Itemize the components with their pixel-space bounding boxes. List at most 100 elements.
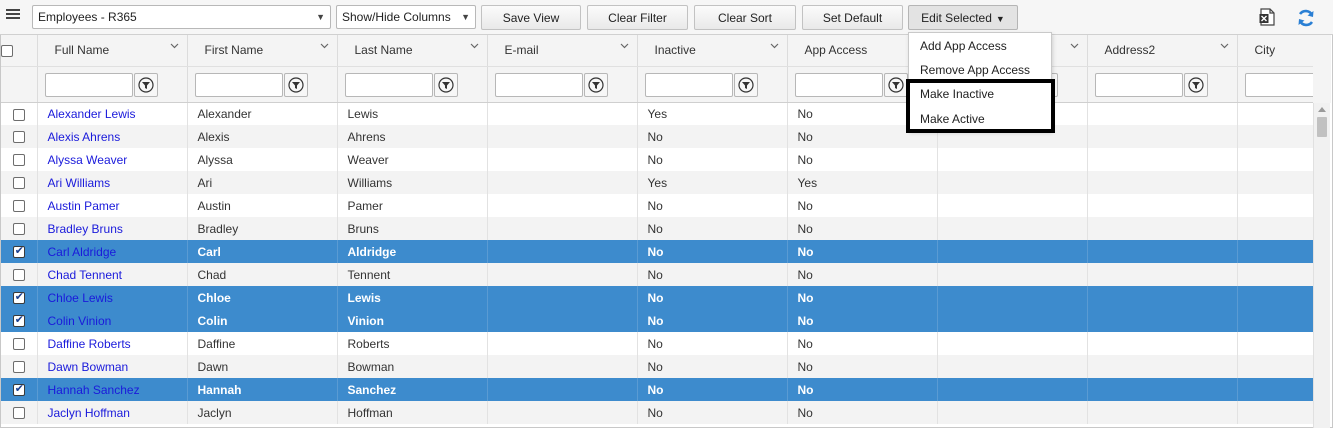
cell-full-name[interactable]: Jaclyn Hoffman [37,401,188,424]
clear-filter-button[interactable]: Clear Filter [587,5,688,30]
employee-link[interactable]: Alyssa Weaver [48,153,128,167]
row-checkbox[interactable] [12,154,25,167]
row-checkbox[interactable] [12,177,25,190]
row-select-cell[interactable] [1,309,38,332]
column-header-first-name[interactable]: First Name [187,35,338,67]
row-checkbox[interactable] [12,223,25,236]
employee-link[interactable]: Chad Tennent [48,268,123,282]
excel-export-icon[interactable] [1259,8,1275,26]
cell-full-name[interactable]: Chloe Lewis [37,286,188,309]
menu-item-add-app-access[interactable]: Add App Access [920,39,1007,53]
row-select-cell[interactable] [1,125,38,148]
employee-link[interactable]: Daffine Roberts [48,337,131,351]
row-checkbox[interactable] [12,313,25,328]
row-checkbox[interactable] [12,361,25,374]
filter-input-email[interactable] [494,72,583,97]
filter-button[interactable] [1183,72,1208,97]
row-checkbox[interactable] [12,244,25,259]
filter-input-last-name[interactable] [344,72,433,97]
row-select-cell[interactable] [1,401,38,424]
table-row[interactable]: Jaclyn Hoffman Jaclyn Hoffman No No [1,401,1313,424]
column-header-last-name[interactable]: Last Name [337,35,488,67]
filter-input-address2[interactable] [1094,72,1183,97]
row-checkbox[interactable] [12,131,25,144]
employee-link[interactable]: Dawn Bowman [48,360,129,374]
employee-link[interactable]: Alexander Lewis [48,107,136,121]
table-row[interactable]: Alexander Lewis Alexander Lewis Yes No [1,102,1313,125]
employee-link[interactable]: Carl Aldridge [48,245,117,259]
row-select-cell[interactable] [1,263,38,286]
table-row[interactable]: Colin Vinion Colin Vinion No No [1,309,1313,332]
chevron-down-icon[interactable] [320,41,329,50]
set-default-button[interactable]: Set Default [802,5,903,30]
filter-input-inactive[interactable] [644,72,733,97]
cell-full-name[interactable]: Alyssa Weaver [37,148,188,171]
row-select-cell[interactable] [1,355,38,378]
cell-full-name[interactable]: Ari Williams [37,171,188,194]
row-checkbox[interactable] [12,338,25,351]
header-select-all[interactable] [1,35,38,67]
table-row[interactable]: Ari Williams Ari Williams Yes Yes [1,171,1313,194]
menu-item-remove-app-access[interactable]: Remove App Access [920,63,1030,77]
employee-link[interactable]: Chloe Lewis [48,291,113,305]
filter-button[interactable] [283,72,308,97]
save-view-button[interactable]: Save View [481,5,581,30]
table-row[interactable]: Bradley Bruns Bradley Bruns No No [1,217,1313,240]
chevron-down-icon[interactable] [1070,41,1079,50]
table-row[interactable]: Austin Pamer Austin Pamer No No [1,194,1313,217]
view-select[interactable]: Employees - R365 ▼ [32,5,331,29]
table-row[interactable]: Alexis Ahrens Alexis Ahrens No No [1,125,1313,148]
filter-button[interactable] [733,72,758,97]
row-checkbox[interactable] [12,269,25,282]
show-hide-columns-select[interactable]: Show/Hide Columns ▼ [336,5,476,29]
table-row[interactable]: Daffine Roberts Daffine Roberts No No [1,332,1313,355]
table-row[interactable]: Chloe Lewis Chloe Lewis No No [1,286,1313,309]
row-select-cell[interactable] [1,148,38,171]
row-select-cell[interactable] [1,378,38,401]
cell-full-name[interactable]: Alexis Ahrens [37,125,188,148]
employee-link[interactable]: Jaclyn Hoffman [48,406,130,420]
table-row[interactable]: Carl Aldridge Carl Aldridge No No [1,240,1313,263]
cell-full-name[interactable]: Alexander Lewis [37,102,188,125]
employee-link[interactable]: Bradley Bruns [48,222,123,236]
filter-input-first-name[interactable] [194,72,283,97]
employee-link[interactable]: Austin Pamer [48,199,120,213]
clear-sort-button[interactable]: Clear Sort [694,5,796,30]
filter-button[interactable] [883,72,908,97]
row-checkbox[interactable] [12,108,25,121]
row-select-cell[interactable] [1,217,38,240]
table-row[interactable]: Alyssa Weaver Alyssa Weaver No No [1,148,1313,171]
edit-selected-button[interactable]: Edit Selected ▼ [908,5,1018,30]
filter-input-app-access[interactable] [794,72,883,97]
row-checkbox[interactable] [12,382,25,397]
column-header-email[interactable]: E-mail [487,35,638,67]
column-header-inactive[interactable]: Inactive [637,35,788,67]
table-row[interactable]: Hannah Sanchez Hannah Sanchez No No [1,378,1313,401]
chevron-down-icon[interactable] [620,41,629,50]
cell-full-name[interactable]: Dawn Bowman [37,355,188,378]
employee-link[interactable]: Alexis Ahrens [48,130,121,144]
select-all-checkbox[interactable] [1,45,13,58]
cell-full-name[interactable]: Carl Aldridge [37,240,188,263]
table-row[interactable]: Dawn Bowman Dawn Bowman No No [1,355,1313,378]
row-checkbox[interactable] [12,200,25,213]
filter-input-city[interactable] [1244,72,1312,97]
column-header-address2[interactable]: Address2 [1087,35,1238,67]
filter-input-full-name[interactable] [44,72,133,97]
row-select-cell[interactable] [1,240,38,263]
cell-full-name[interactable]: Chad Tennent [37,263,188,286]
scroll-up-arrow-icon[interactable] [1318,107,1326,112]
cell-full-name[interactable]: Daffine Roberts [37,332,188,355]
row-select-cell[interactable] [1,102,38,125]
row-checkbox[interactable] [12,407,25,420]
column-header-full-name[interactable]: Full Name [37,35,188,67]
filter-button[interactable] [433,72,458,97]
refresh-icon[interactable] [1296,8,1316,28]
vertical-scrollbar[interactable] [1313,103,1330,428]
cell-full-name[interactable]: Austin Pamer [37,194,188,217]
cell-full-name[interactable]: Bradley Bruns [37,217,188,240]
chevron-down-icon[interactable] [470,41,479,50]
row-checkbox[interactable] [12,290,25,305]
chevron-down-icon[interactable] [170,41,179,50]
chevron-down-icon[interactable] [1220,41,1229,50]
